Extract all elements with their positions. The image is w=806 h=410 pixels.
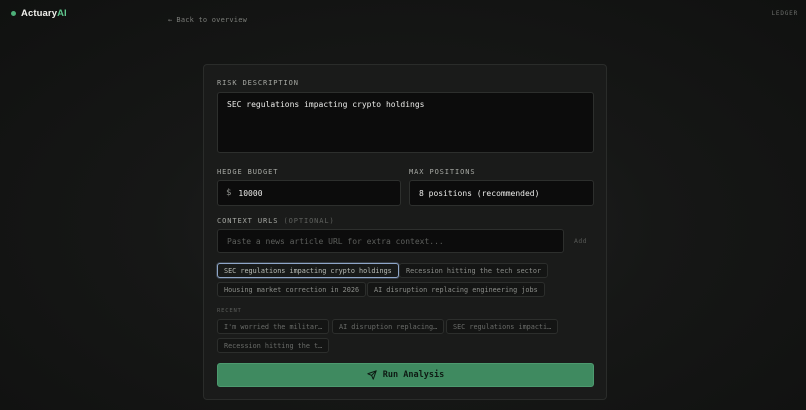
suggestion-chip[interactable]: AI disruption replacing engineering jobs	[367, 282, 545, 297]
brand-logo[interactable]: Actuary AI	[11, 8, 67, 19]
analysis-form-card: RISK DESCRIPTION SEC regulations impacti…	[203, 64, 607, 400]
back-to-overview-link[interactable]: ← Back to overview	[168, 16, 247, 24]
brand-name: Actuary	[21, 8, 58, 19]
risk-description-label: RISK DESCRIPTION	[217, 79, 299, 87]
dollar-icon: $	[226, 188, 232, 198]
top-bar: Actuary AI LEDGER	[0, 0, 806, 28]
suggestion-chip[interactable]: Housing market correction in 2026	[217, 282, 367, 297]
max-positions-select[interactable]: 8 positions (recommended)	[409, 180, 594, 206]
context-url-input[interactable]	[217, 229, 564, 253]
send-icon	[367, 370, 377, 380]
brand-dot-icon	[11, 11, 16, 16]
context-urls-label: CONTEXT URLS (OPTIONAL)	[217, 217, 335, 225]
context-urls-label-text: CONTEXT URLS	[217, 217, 279, 225]
hedge-budget-value: 10000	[238, 188, 263, 198]
ledger-link[interactable]: LEDGER	[772, 10, 798, 17]
run-analysis-label: Run Analysis	[382, 370, 445, 380]
recent-chip[interactable]: SEC regulations impacti…	[446, 319, 559, 334]
recent-chip[interactable]: AI disruption replacing…	[332, 319, 445, 334]
brand-accent: AI	[57, 8, 67, 19]
recent-chip[interactable]: Recession hitting the t…	[217, 338, 330, 353]
run-analysis-button[interactable]: Run Analysis	[217, 363, 594, 387]
suggestion-chip[interactable]: SEC regulations impacting crypto holding…	[217, 263, 399, 278]
hedge-budget-label: HEDGE BUDGET	[217, 168, 279, 176]
hedge-budget-input[interactable]: $ 10000	[217, 180, 401, 206]
back-link-label: Back to overview	[176, 16, 248, 24]
max-positions-label: MAX POSITIONS	[409, 168, 476, 176]
back-arrow-icon: ←	[168, 16, 173, 24]
suggestion-chip[interactable]: Recession hitting the tech sector	[399, 263, 549, 278]
recent-label: RECENT	[217, 308, 242, 314]
recent-chip[interactable]: I'm worried the militar…	[217, 319, 330, 334]
optional-tag: (OPTIONAL)	[283, 217, 335, 225]
add-url-button[interactable]: Add	[574, 237, 587, 245]
risk-description-textarea[interactable]: SEC regulations impacting crypto holding…	[217, 92, 594, 153]
